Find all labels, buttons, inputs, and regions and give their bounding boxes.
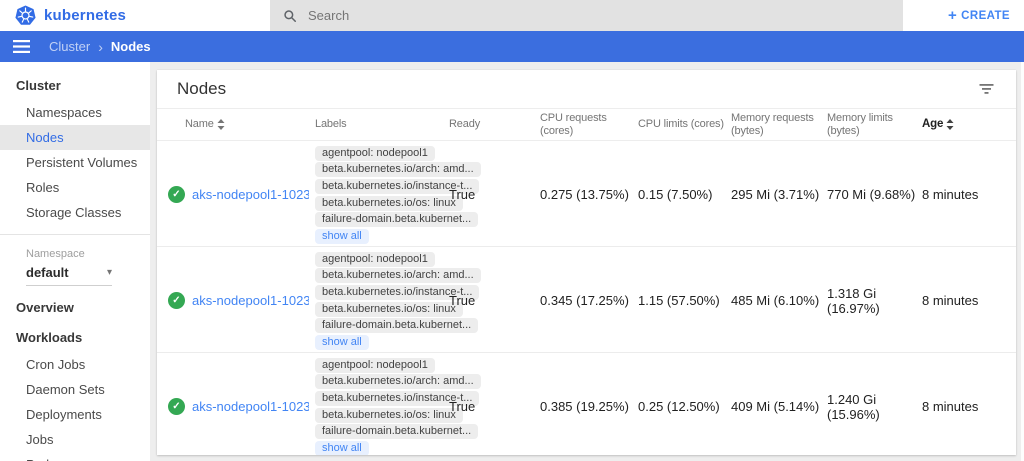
label-chip: agentpool: nodepool1 (315, 252, 435, 267)
memory-requests-value: 409 Mi (5.14%) (731, 353, 827, 455)
sidebar: Cluster Namespaces Nodes Persistent Volu… (0, 62, 150, 461)
sidebar-item-jobs[interactable]: Jobs (0, 427, 150, 452)
sidebar-item-overview[interactable]: Overview (0, 292, 150, 322)
create-button[interactable]: + CREATE (948, 8, 1010, 23)
sidebar-item-persistent-volumes[interactable]: Persistent Volumes (0, 150, 150, 175)
kubernetes-helm-icon (15, 5, 36, 26)
table-row: ✓ aks-nodepool1-10230590-vm... agentpool… (157, 141, 1016, 247)
column-header-cpu-limits: CPU limits (cores) (638, 118, 731, 131)
show-all-button[interactable]: show all (315, 229, 369, 244)
memory-limits-value: 1.318 Gi (16.97%) (827, 247, 922, 355)
logo-text: kubernetes (44, 7, 126, 24)
age-value: 8 minutes (922, 247, 1016, 355)
show-all-button[interactable]: show all (315, 441, 369, 455)
top-bar: kubernetes + CREATE (0, 0, 1024, 31)
cpu-limits-value: 1.15 (57.50%) (638, 247, 731, 355)
cpu-requests-value: 0.385 (19.25%) (540, 353, 638, 455)
node-ready-check-icon: ✓ (168, 186, 185, 203)
breadcrumb-bar: Cluster › Nodes (0, 31, 1024, 62)
sidebar-item-namespaces[interactable]: Namespaces (0, 100, 150, 125)
content-area: Cluster Namespaces Nodes Persistent Volu… (0, 62, 1024, 461)
search-icon (283, 9, 297, 23)
node-ready-check-icon: ✓ (168, 398, 185, 415)
namespace-select[interactable]: default ▾ (26, 265, 112, 286)
filter-button[interactable] (979, 83, 994, 95)
labels-cell: agentpool: nodepool1 beta.kubernetes.io/… (315, 247, 449, 355)
topbar-actions: + CREATE (903, 8, 1024, 23)
memory-limits-value: 770 Mi (9.68%) (827, 141, 922, 249)
table-row: ✓ aks-nodepool1-10230590-vm... agentpool… (157, 247, 1016, 353)
sidebar-section-cluster[interactable]: Cluster (0, 70, 150, 100)
age-value: 8 minutes (922, 353, 1016, 455)
breadcrumb-parent[interactable]: Cluster (49, 39, 90, 54)
memory-requests-value: 295 Mi (3.71%) (731, 141, 827, 249)
memory-requests-value: 485 Mi (6.10%) (731, 247, 827, 355)
table-row: ✓ aks-nodepool1-10230590-vm... agentpool… (157, 353, 1016, 455)
column-header-name[interactable]: Name (157, 118, 315, 131)
create-button-label: CREATE (961, 10, 1010, 22)
ready-value: True (449, 353, 540, 455)
sidebar-item-nodes[interactable]: Nodes (0, 125, 150, 150)
column-header-memory-requests: Memory requests (bytes) (731, 112, 827, 138)
filter-icon (979, 83, 994, 95)
label-chip: beta.kubernetes.io/os: linux (315, 196, 463, 211)
sidebar-item-cron-jobs[interactable]: Cron Jobs (0, 352, 150, 377)
sidebar-item-pods[interactable]: Pods (0, 452, 150, 461)
column-header-age[interactable]: Age (922, 118, 1016, 131)
column-header-memory-limits: Memory limits (bytes) (827, 112, 922, 138)
sidebar-divider (0, 234, 150, 235)
breadcrumb-current: Nodes (111, 39, 151, 54)
card-header: Nodes (157, 70, 1016, 108)
sidebar-item-deployments[interactable]: Deployments (0, 402, 150, 427)
search-input[interactable] (308, 8, 890, 23)
cpu-limits-value: 0.25 (12.50%) (638, 353, 731, 455)
node-ready-check-icon: ✓ (168, 292, 185, 309)
labels-cell: agentpool: nodepool1 beta.kubernetes.io/… (315, 353, 449, 455)
node-name-link[interactable]: aks-nodepool1-10230590-vm... (192, 399, 309, 414)
sidebar-item-roles[interactable]: Roles (0, 175, 150, 200)
column-header-ready: Ready (449, 118, 540, 131)
cpu-requests-value: 0.345 (17.25%) (540, 247, 638, 355)
node-name-link[interactable]: aks-nodepool1-10230590-vm... (192, 293, 309, 308)
sort-icon (946, 119, 954, 130)
show-all-button[interactable]: show all (315, 335, 369, 350)
table-header-row: Name Labels Ready CPU requests (cores) C (157, 108, 1016, 141)
label-chip: agentpool: nodepool1 (315, 358, 435, 373)
labels-cell: agentpool: nodepool1 beta.kubernetes.io/… (315, 141, 449, 249)
sidebar-item-storage-classes[interactable]: Storage Classes (0, 200, 150, 225)
main-area: Nodes Name (150, 62, 1024, 461)
namespace-selected-value: default (26, 265, 69, 280)
menu-icon[interactable] (13, 40, 30, 53)
search-box[interactable] (270, 0, 903, 31)
nodes-card: Nodes Name (157, 70, 1016, 455)
label-chip: beta.kubernetes.io/os: linux (315, 302, 463, 317)
node-name-link[interactable]: aks-nodepool1-10230590-vm... (192, 187, 309, 202)
plus-icon: + (948, 8, 957, 23)
namespace-label: Namespace (0, 244, 150, 261)
sidebar-section-workloads[interactable]: Workloads (0, 322, 150, 352)
ready-value: True (449, 141, 540, 249)
memory-limits-value: 1.240 Gi (15.96%) (827, 353, 922, 455)
ready-value: True (449, 247, 540, 355)
chevron-right-icon: › (98, 39, 103, 55)
label-chip: agentpool: nodepool1 (315, 146, 435, 161)
sidebar-item-daemon-sets[interactable]: Daemon Sets (0, 377, 150, 402)
caret-down-icon: ▾ (107, 267, 112, 278)
kubernetes-logo[interactable]: kubernetes (0, 5, 270, 26)
column-header-labels: Labels (315, 118, 449, 131)
label-chip: beta.kubernetes.io/os: linux (315, 408, 463, 423)
age-value: 8 minutes (922, 141, 1016, 249)
column-header-cpu-requests: CPU requests (cores) (540, 112, 638, 138)
sort-icon (217, 119, 225, 130)
page-title: Nodes (177, 79, 226, 99)
cpu-limits-value: 0.15 (7.50%) (638, 141, 731, 249)
cpu-requests-value: 0.275 (13.75%) (540, 141, 638, 249)
